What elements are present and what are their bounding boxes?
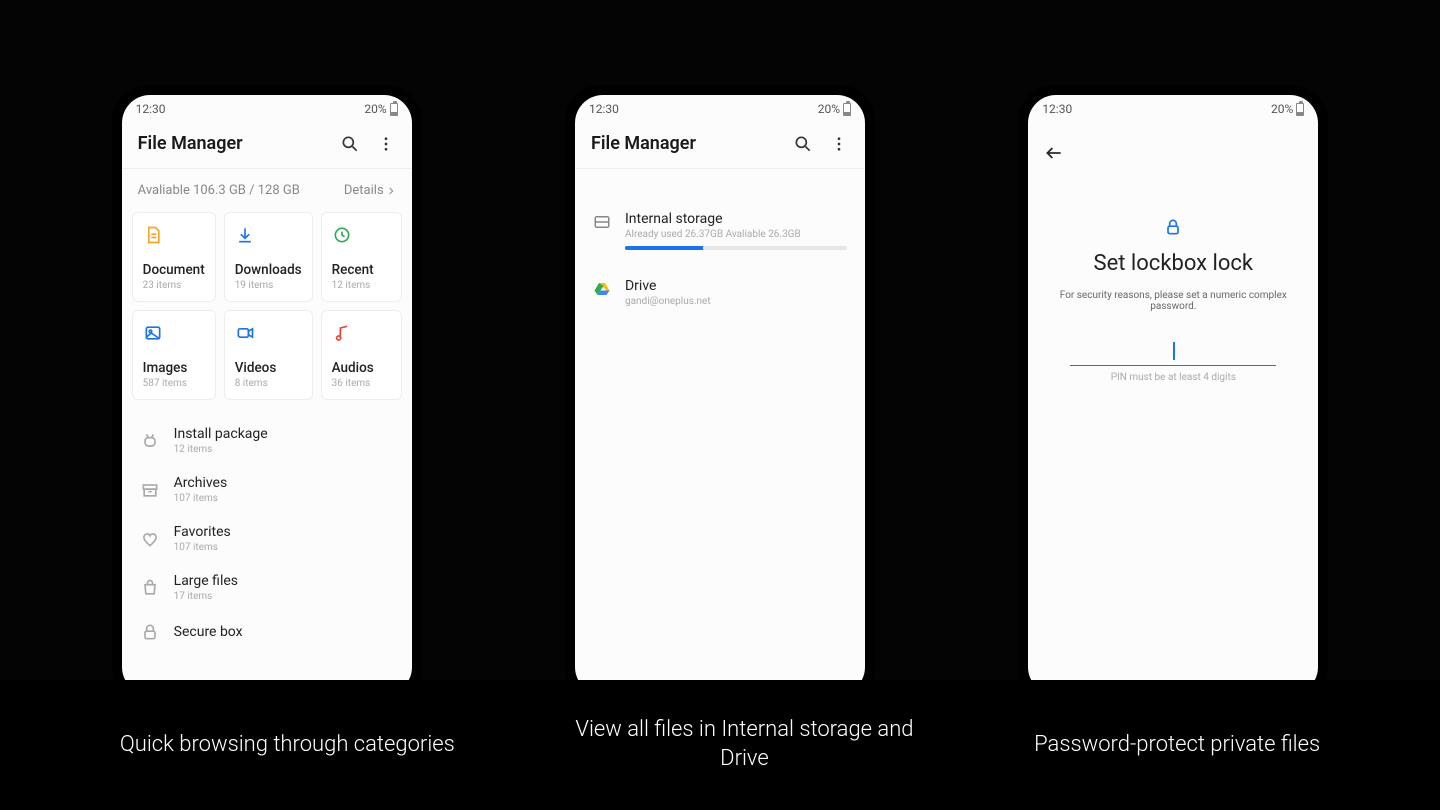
- list-item-heart[interactable]: Favorites 107 items: [122, 514, 412, 563]
- list-item-count: 17 items: [174, 591, 238, 602]
- category-card-download[interactable]: Downloads 19 items: [224, 212, 313, 302]
- internal-storage-row[interactable]: Internal storage Already used 26.37GB Av…: [575, 197, 865, 264]
- battery-icon: [1296, 103, 1304, 116]
- list-item-archive[interactable]: Archives 107 items: [122, 465, 412, 514]
- category-name: Document: [143, 262, 205, 278]
- back-icon[interactable]: [1044, 143, 1064, 163]
- status-bar: 12:30 20%: [575, 95, 865, 123]
- category-name: Audios: [332, 360, 391, 376]
- list-item-count: 107 items: [174, 493, 228, 504]
- drive-account: gandi@oneplus.net: [625, 296, 847, 307]
- video-icon: [235, 323, 255, 343]
- list-item-lock[interactable]: Secure box: [122, 612, 412, 652]
- bag-icon: [140, 578, 160, 598]
- lock-icon: [1163, 217, 1183, 241]
- storage-progress: [625, 246, 847, 250]
- status-time: 12:30: [589, 102, 619, 116]
- list-item-bag[interactable]: Large files 17 items: [122, 563, 412, 612]
- status-time: 12:30: [1042, 102, 1072, 116]
- status-time: 12:30: [136, 102, 166, 116]
- download-icon: [235, 225, 255, 245]
- category-count: 8 items: [235, 378, 302, 389]
- pin-input[interactable]: [1070, 340, 1276, 366]
- details-link[interactable]: Details: [344, 183, 396, 198]
- app-bar: File Manager: [575, 123, 865, 168]
- clock-icon: [332, 225, 352, 245]
- list-item-label: Favorites: [174, 524, 231, 540]
- list-item-count: 12 items: [174, 444, 268, 455]
- heart-icon: [140, 529, 160, 549]
- category-name: Images: [143, 360, 205, 376]
- app-bar: File Manager: [122, 123, 412, 168]
- status-bar: 12:30 20%: [122, 95, 412, 123]
- phone-1: 12:30 20% File Manager: [112, 85, 422, 705]
- category-card-audio[interactable]: Audios 36 items: [321, 310, 402, 400]
- lockbox-title: Set lockbox lock: [1052, 251, 1294, 276]
- status-battery-pct: 20%: [1271, 102, 1293, 116]
- category-count: 12 items: [332, 280, 391, 291]
- category-count: 587 items: [143, 378, 205, 389]
- category-name: Videos: [235, 360, 302, 376]
- list-item-count: 107 items: [174, 542, 231, 553]
- list-item-label: Install package: [174, 426, 268, 442]
- caption-1: Quick browsing through categories: [120, 731, 455, 760]
- app-title: File Manager: [138, 133, 243, 154]
- caption-2: View all files in Internal storage and D…: [574, 716, 914, 773]
- internal-storage-label: Internal storage: [625, 211, 847, 227]
- category-name: Recent: [332, 262, 391, 278]
- storage-summary: Avaliable 106.3 GB / 128 GB: [138, 183, 300, 198]
- category-card-video[interactable]: Videos 8 items: [224, 310, 313, 400]
- category-card-image[interactable]: Images 587 items: [132, 310, 216, 400]
- category-card-document[interactable]: Document 23 items: [132, 212, 216, 302]
- android-icon: [140, 431, 160, 451]
- list-item-label: Secure box: [174, 624, 243, 640]
- lock-icon: [140, 622, 160, 642]
- drive-row[interactable]: Drive gandi@oneplus.net: [575, 264, 865, 321]
- category-card-clock[interactable]: Recent 12 items: [321, 212, 402, 302]
- search-icon[interactable]: [340, 134, 360, 154]
- category-count: 23 items: [143, 280, 205, 291]
- list-item-android[interactable]: Install package 12 items: [122, 416, 412, 465]
- category-name: Downloads: [235, 262, 302, 278]
- internal-storage-sub: Already used 26.37GB Avaliable 26.3GB: [625, 229, 847, 240]
- chevron-right-icon: [386, 186, 396, 196]
- caption-3: Password-protect private files: [1034, 731, 1320, 760]
- storage-icon: [593, 213, 611, 231]
- lockbox-subtitle: For security reasons, please set a numer…: [1052, 290, 1294, 312]
- status-battery-pct: 20%: [818, 102, 840, 116]
- archive-icon: [140, 480, 160, 500]
- category-count: 19 items: [235, 280, 302, 291]
- list-item-label: Large files: [174, 573, 238, 589]
- list-item-label: Archives: [174, 475, 228, 491]
- battery-icon: [843, 103, 851, 116]
- drive-icon: [593, 280, 611, 298]
- more-icon[interactable]: [376, 134, 396, 154]
- captions-bar: Quick browsing through categories View a…: [0, 680, 1440, 810]
- phone-2: 12:30 20% File Manager: [565, 85, 875, 705]
- more-icon[interactable]: [829, 134, 849, 154]
- phone-3: 12:30 20% Set lockbox lock: [1018, 85, 1328, 705]
- search-icon[interactable]: [793, 134, 813, 154]
- document-icon: [143, 225, 163, 245]
- battery-icon: [390, 103, 398, 116]
- status-bar: 12:30 20%: [1028, 95, 1318, 123]
- audio-icon: [332, 323, 352, 343]
- image-icon: [143, 323, 163, 343]
- category-count: 36 items: [332, 378, 391, 389]
- pin-hint: PIN must be at least 4 digits: [1052, 372, 1294, 383]
- app-title: File Manager: [591, 133, 696, 154]
- status-battery-pct: 20%: [364, 102, 386, 116]
- drive-label: Drive: [625, 278, 847, 294]
